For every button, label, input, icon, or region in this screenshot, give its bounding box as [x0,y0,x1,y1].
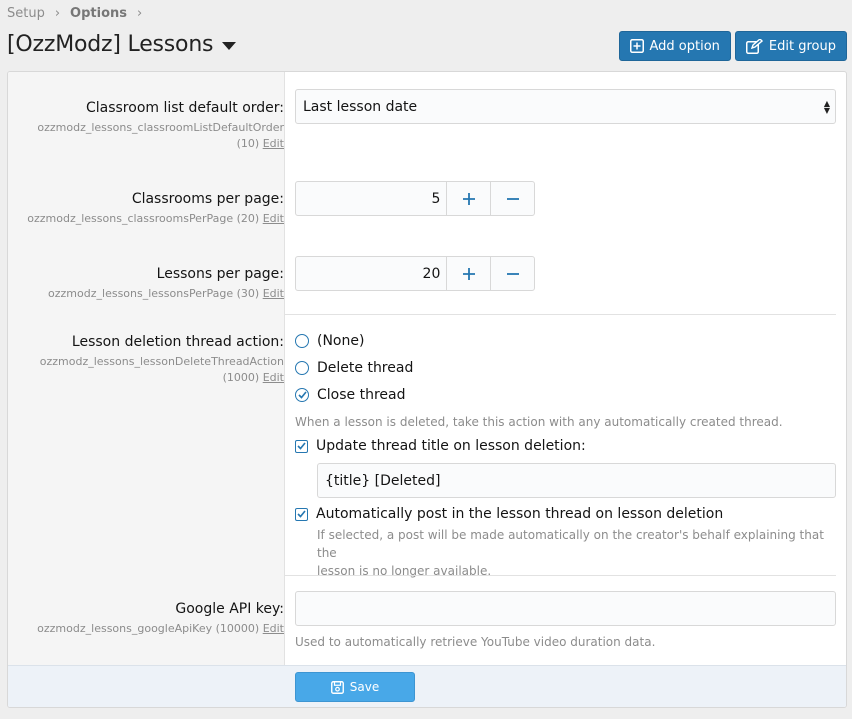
chevron-right-icon: › [137,6,143,21]
update-title-checkbox-row[interactable]: Update thread title on lesson deletion: [295,438,586,454]
select-value: Last lesson date [303,98,418,115]
edit-icon [745,38,763,54]
radio-label: Delete thread [317,360,414,376]
classrooms-per-page-input[interactable]: 5 [296,182,446,215]
google-api-explain: Used to automatically retrieve YouTube v… [295,635,656,649]
deleted-title-input[interactable]: {title} [Deleted] [317,463,836,498]
caret-down-icon[interactable] [222,42,237,50]
radio-checked[interactable] [295,388,309,402]
increment-button[interactable] [446,257,490,290]
save-button[interactable]: Save [295,672,415,702]
lessons-per-page-stepper: 20 [295,256,535,291]
lessons-per-page-label-group: Lessons per page: ozzmodz_lessons_lesson… [14,265,284,302]
decrement-button[interactable] [490,182,534,215]
radio-unchecked[interactable] [295,361,309,375]
radio-option-none[interactable]: (None) [295,333,364,349]
classroom-order-label: Classroom list default order: [85,100,284,116]
classrooms-per-page-label: Classrooms per page: [131,191,284,207]
google-api-label: Google API key: [175,601,284,617]
autopost-explain-line-1: If selected, a post will be made automat… [317,528,824,560]
option-id: ozzmodz_lessons_googleApiKey (10000) [37,622,260,635]
add-option-label: Add option [649,38,720,54]
delete-action-label: Lesson deletion thread action: [71,334,284,350]
page-title[interactable]: [OzzModz] Lessons [7,32,237,57]
edit-link[interactable]: Edit [263,371,284,384]
add-option-button[interactable]: Add option [618,31,731,61]
breadcrumb-item-options[interactable]: Options [70,6,127,21]
page-title-text: [OzzModz] Lessons [7,32,214,57]
save-icon [330,680,344,694]
options-form: Classroom list default order: ozzmodz_le… [7,71,847,708]
edit-group-label: Edit group [768,38,836,54]
edit-link[interactable]: Edit [263,137,284,150]
checkbox-checked[interactable] [295,507,308,521]
classrooms-per-page-label-group: Classrooms per page: ozzmodz_lessons_cla… [14,190,284,227]
google-api-key-input[interactable] [295,591,836,626]
input-value: {title} [Deleted] [325,472,441,489]
display-order: (1000) [222,371,260,384]
plus-square-icon [629,39,644,53]
plus-icon [462,267,475,280]
form-footer: Save [8,665,846,707]
minus-icon [506,272,519,275]
google-api-hint: ozzmodz_lessons_googleApiKey (10000) Edi… [14,621,284,637]
google-api-label-group: Google API key: ozzmodz_lessons_googleAp… [14,600,284,637]
delete-action-hint: ozzmodz_lessons_lessonDeleteThreadAction… [14,354,284,386]
plus-icon [462,192,475,205]
classroom-order-select[interactable]: Last lesson date ▲ ▼ [295,89,836,124]
option-id: ozzmodz_lessons_classroomListDefaultOrde… [37,121,284,134]
autopost-label: Automatically post in the lesson thread … [316,506,724,522]
select-arrows-icon: ▲ ▼ [823,99,830,115]
autopost-explain: If selected, a post will be made automat… [317,526,846,580]
check-icon [297,391,307,399]
chevron-right-icon: › [54,6,61,21]
radio-label: (None) [317,333,365,349]
checkbox-checked[interactable] [295,439,308,453]
breadcrumb: Setup › Options › [7,6,152,21]
increment-button[interactable] [446,182,490,215]
radio-unchecked[interactable] [295,334,309,348]
save-label: Save [349,680,380,694]
minus-icon [506,197,519,200]
classrooms-per-page-hint: ozzmodz_lessons_classroomsPerPage (20) E… [14,211,284,227]
lessons-per-page-input[interactable]: 20 [296,257,446,290]
check-icon [297,442,306,450]
edit-link[interactable]: Edit [263,622,284,635]
lessons-per-page-label: Lessons per page: [156,266,284,282]
radio-label: Close thread [317,387,406,403]
classroom-order-label-group: Classroom list default order: ozzmodz_le… [14,99,284,152]
classrooms-per-page-stepper: 5 [295,181,535,216]
option-id: ozzmodz_lessons_lessonDeleteThreadAction [39,355,284,368]
delete-action-label-group: Lesson deletion thread action: ozzmodz_l… [14,333,284,386]
display-order: (10) [236,137,260,150]
option-id: ozzmodz_lessons_lessonsPerPage (30) [48,287,260,300]
autopost-checkbox-row[interactable]: Automatically post in the lesson thread … [295,506,723,522]
edit-link[interactable]: Edit [263,212,284,225]
radio-option-close-thread[interactable]: Close thread [295,387,405,403]
divider [285,575,836,576]
decrement-button[interactable] [490,257,534,290]
edit-link[interactable]: Edit [263,287,284,300]
divider [285,314,836,315]
radio-option-delete-thread[interactable]: Delete thread [295,360,413,376]
delete-action-explain: When a lesson is deleted, take this acti… [295,415,783,429]
update-title-label: Update thread title on lesson deletion: [316,438,586,454]
breadcrumb-item-setup[interactable]: Setup [7,6,45,21]
check-icon [297,510,306,518]
option-id: ozzmodz_lessons_classroomsPerPage (20) [27,212,260,225]
classroom-order-hint: ozzmodz_lessons_classroomListDefaultOrde… [14,120,284,152]
lessons-per-page-hint: ozzmodz_lessons_lessonsPerPage (30) Edit [14,286,284,302]
edit-group-button[interactable]: Edit group [734,31,847,61]
